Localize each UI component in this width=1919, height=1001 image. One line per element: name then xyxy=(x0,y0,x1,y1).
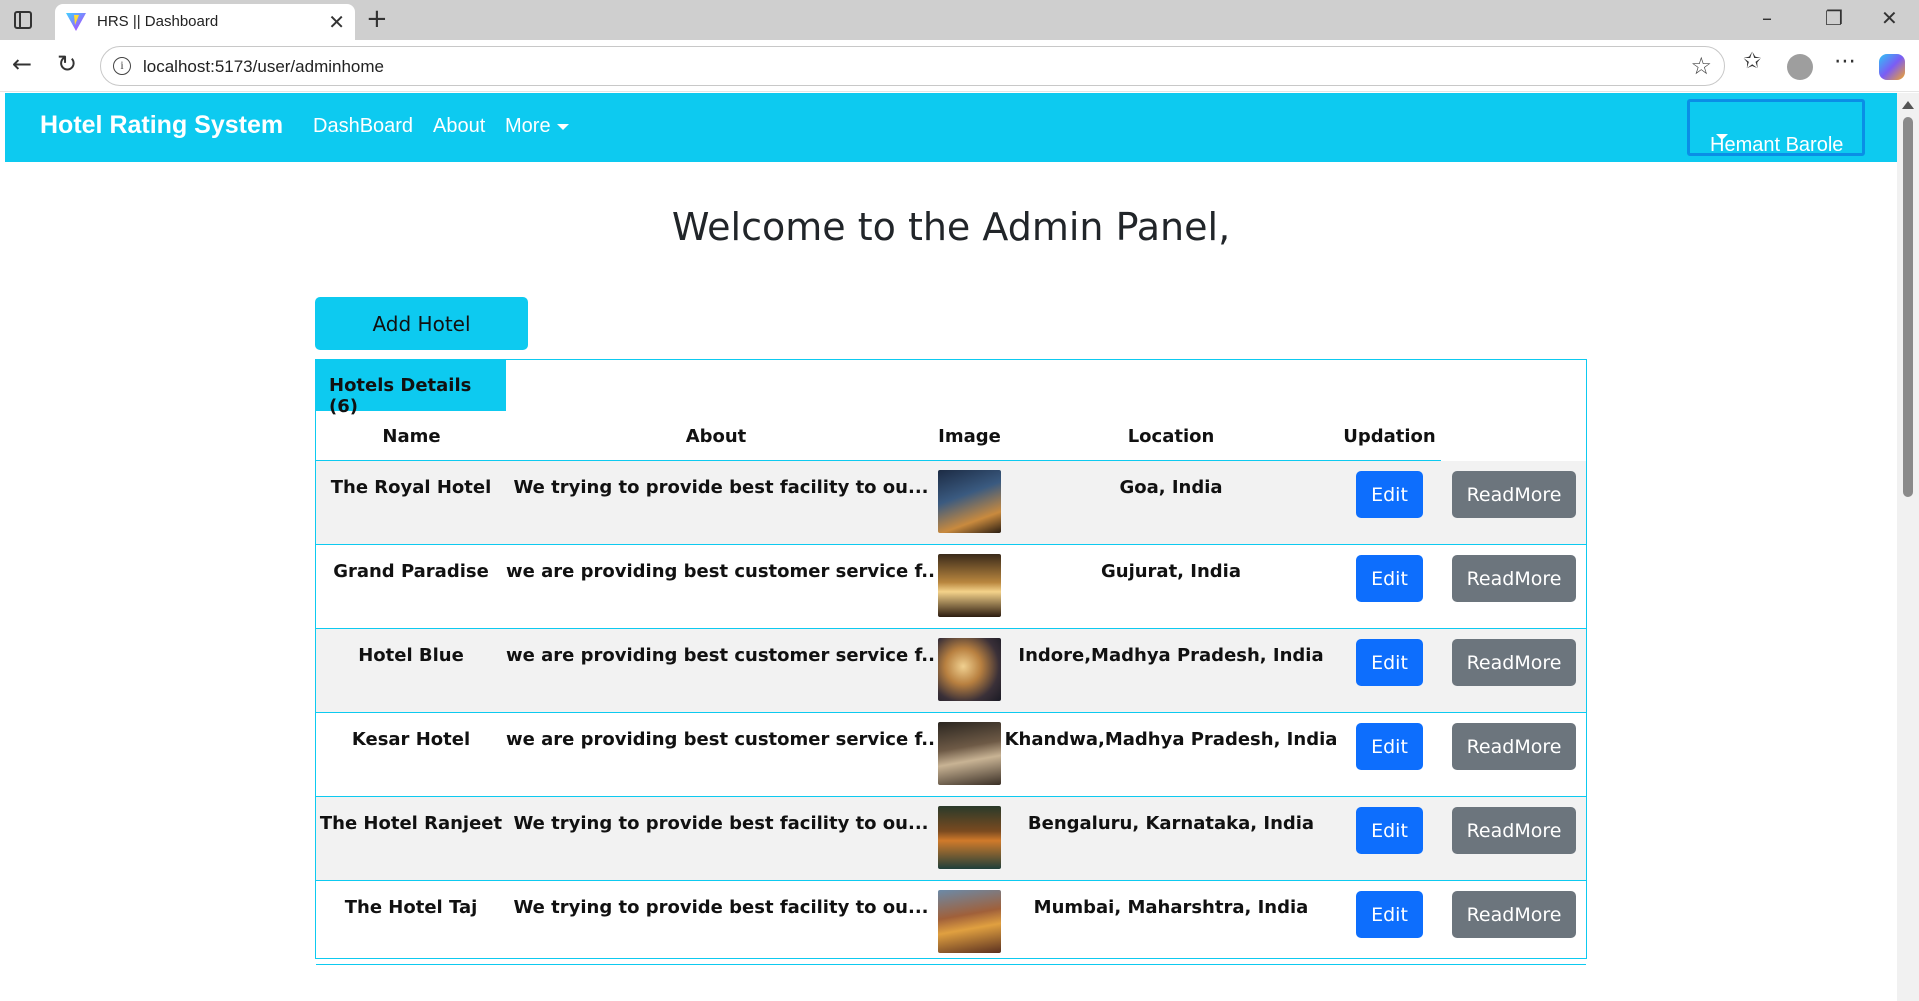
edit-button[interactable]: Edit xyxy=(1356,891,1423,938)
hotel-about-cell: We trying to provide best facility to ou… xyxy=(513,813,929,834)
edit-button[interactable]: Edit xyxy=(1356,723,1423,770)
nav-link-dashboard[interactable]: DashBoard xyxy=(313,115,413,138)
readmore-button[interactable]: ReadMore xyxy=(1452,891,1576,938)
readmore-button[interactable]: ReadMore xyxy=(1452,555,1576,602)
hotel-name-cell: The Royal Hotel xyxy=(330,477,492,498)
hotel-about-cell: we are providing best customer service f… xyxy=(506,645,936,666)
hotel-about-cell: We trying to provide best facility to ou… xyxy=(513,897,929,918)
hotels-details-tab[interactable]: Hotels Details (6) xyxy=(316,360,506,417)
table-row: Grand Paradise we are providing best cust… xyxy=(316,545,1586,629)
url-input[interactable]: i localhost:5173/user/adminhome ☆ xyxy=(100,46,1725,86)
scroll-thumb[interactable] xyxy=(1903,117,1913,497)
hotel-name-cell: The Hotel Taj xyxy=(344,897,478,918)
favorites-icon[interactable]: ✩ xyxy=(1743,49,1761,74)
hotel-location-cell: Bengaluru, Karnataka, India xyxy=(1027,813,1315,834)
hotel-image xyxy=(938,890,1001,953)
caret-down-icon xyxy=(1716,134,1728,140)
copilot-icon[interactable] xyxy=(1879,54,1905,80)
user-name: Hemant Barole xyxy=(1710,134,1844,156)
hotels-card: Hotels Details (6) Name About Image Loca… xyxy=(315,359,1587,965)
browser-address-bar: ← ↻ i localhost:5173/user/adminhome ☆ ✩ … xyxy=(0,40,1919,92)
info-icon[interactable]: i xyxy=(113,57,131,75)
window-close-icon[interactable]: ✕ xyxy=(1881,6,1898,30)
url-text: localhost:5173/user/adminhome xyxy=(143,57,384,76)
hotel-about-cell: we are providing best customer service f… xyxy=(506,561,936,582)
minimize-icon[interactable]: – xyxy=(1762,6,1772,30)
page-title: Welcome to the Admin Panel, xyxy=(671,205,1231,249)
page-viewport: Hotel Rating System DashBoard About More… xyxy=(5,93,1897,1001)
edit-button[interactable]: Edit xyxy=(1356,471,1423,518)
table-row: Kesar Hotel we are providing best custome… xyxy=(316,713,1586,797)
brand-title[interactable]: Hotel Rating System xyxy=(40,111,283,140)
hotel-image xyxy=(938,554,1001,617)
close-icon[interactable]: ✕ xyxy=(328,10,345,34)
browser-tab[interactable]: HRS || Dashboard ✕ xyxy=(55,4,355,40)
more-icon[interactable]: ⋯ xyxy=(1834,49,1856,74)
plus-icon[interactable]: + xyxy=(366,4,388,34)
hotel-name-cell: The Hotel Ranjeet xyxy=(319,813,503,834)
hotel-name-cell: Grand Paradise xyxy=(333,561,489,582)
sidebar-toggle-icon[interactable] xyxy=(14,11,32,29)
page-scrollbar[interactable] xyxy=(1897,93,1919,1001)
readmore-button[interactable]: ReadMore xyxy=(1452,807,1576,854)
edit-button[interactable]: Edit xyxy=(1356,555,1423,602)
readmore-button[interactable]: ReadMore xyxy=(1452,639,1576,686)
edit-button[interactable]: Edit xyxy=(1356,639,1423,686)
nav-dropdown-more[interactable]: More xyxy=(505,115,569,138)
column-header-image: Image xyxy=(938,426,1001,447)
back-icon[interactable]: ← xyxy=(12,50,32,78)
hotel-location-cell: Gujurat, India xyxy=(1100,561,1242,582)
nav-more-label: More xyxy=(505,115,551,137)
column-header-location: Location xyxy=(1127,426,1215,447)
scroll-up-icon[interactable] xyxy=(1902,101,1914,109)
hotels-details-title: Hotels Details (6) xyxy=(329,375,472,417)
hotel-about-cell: we are providing best customer service f… xyxy=(506,729,936,750)
profile-icon[interactable] xyxy=(1787,54,1813,80)
edit-button[interactable]: Edit xyxy=(1356,807,1423,854)
column-header-updation: Updation xyxy=(1343,426,1436,447)
user-dropdown[interactable]: Hemant Barole xyxy=(1687,99,1865,156)
hotel-location-cell: Mumbai, Maharshtra, India xyxy=(1033,897,1309,918)
add-hotel-button[interactable]: Add Hotel xyxy=(315,297,528,350)
hotel-name-cell: Kesar Hotel xyxy=(351,729,471,750)
caret-down-icon xyxy=(556,123,569,130)
restore-icon[interactable]: ❐ xyxy=(1825,6,1843,30)
table-row: The Hotel Taj We trying to provide best f… xyxy=(316,881,1586,965)
browser-tab-bar: HRS || Dashboard ✕ + – ❐ ✕ xyxy=(0,0,1919,40)
table-row: Hotel Blue we are providing best customer… xyxy=(316,629,1586,713)
nav-link-about[interactable]: About xyxy=(433,115,485,138)
tab-title: HRS || Dashboard xyxy=(97,13,219,30)
hotel-image xyxy=(938,470,1001,533)
table-row: The Royal Hotel We trying to provide best… xyxy=(316,461,1586,545)
vite-favicon-icon xyxy=(66,13,86,31)
hotel-location-cell: Indore,Madhya Pradesh, India xyxy=(1018,645,1324,666)
hotel-name-cell: Hotel Blue xyxy=(358,645,464,666)
star-icon[interactable]: ☆ xyxy=(1690,52,1712,80)
reload-icon[interactable]: ↻ xyxy=(57,50,77,78)
column-header-name: Name xyxy=(382,426,441,447)
hotel-about-cell: We trying to provide best facility to ou… xyxy=(513,477,929,498)
hotel-image xyxy=(938,806,1001,869)
readmore-button[interactable]: ReadMore xyxy=(1452,471,1576,518)
hotel-image xyxy=(938,638,1001,701)
readmore-button[interactable]: ReadMore xyxy=(1452,723,1576,770)
column-header-about: About xyxy=(685,426,747,447)
table-row: The Hotel Ranjeet We trying to provide be… xyxy=(316,797,1586,881)
hotel-location-cell: Goa, India xyxy=(1119,477,1223,498)
hotel-image xyxy=(938,722,1001,785)
hotel-location-cell: Khandwa,Madhya Pradesh, India xyxy=(1004,729,1338,750)
top-navbar: Hotel Rating System DashBoard About More… xyxy=(5,93,1897,162)
